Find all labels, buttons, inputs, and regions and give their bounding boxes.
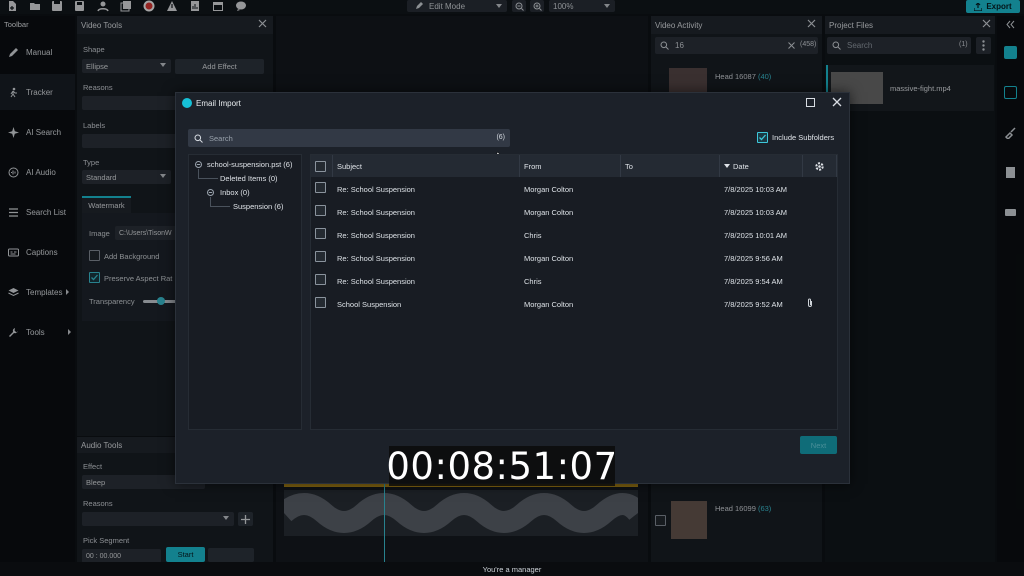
select-all-header[interactable]: [311, 155, 333, 177]
tree-connector: [210, 197, 230, 207]
status-text: You're a manager: [482, 564, 542, 574]
maximize-icon[interactable]: [806, 98, 815, 107]
folder-tree: school-suspension.pst (6) Deleted Items …: [188, 154, 302, 430]
cell-date: 7/8/2025 10:03 AM: [724, 208, 787, 217]
email-import-dialog: Email Import Search (6) Include Subfolde…: [175, 92, 850, 484]
collapse-node-icon[interactable]: [195, 161, 202, 168]
cell-from: Chris: [524, 277, 542, 286]
include-subfolders-label: Include Subfolders: [772, 133, 835, 142]
table-row[interactable]: Re: School Suspension Morgan Colton 7/8/…: [311, 178, 837, 201]
gear-icon: [815, 161, 824, 171]
column-settings[interactable]: [803, 155, 837, 177]
row-checkbox[interactable]: [315, 182, 326, 193]
row-checkbox[interactable]: [315, 228, 326, 239]
cell-from: Chris: [524, 231, 542, 240]
cell-from: Morgan Colton: [524, 185, 574, 194]
cell-date: 7/8/2025 10:03 AM: [724, 185, 787, 194]
collapse-node-icon[interactable]: [207, 189, 214, 196]
select-all-checkbox[interactable]: [315, 160, 326, 172]
cell-subject: Re: School Suspension: [337, 208, 415, 217]
row-checkbox[interactable]: [315, 297, 326, 308]
cell-subject: School Suspension: [337, 300, 402, 309]
table-row[interactable]: Re: School Suspension Chris 7/8/2025 10:…: [311, 224, 837, 247]
status-bar: You're a manager: [0, 562, 1024, 576]
search-icon: [194, 134, 203, 143]
attachment-icon: [808, 298, 812, 307]
dialog-title: Email Import: [196, 99, 241, 108]
tree-item-pst[interactable]: school-suspension.pst (6): [207, 160, 292, 169]
tree-connector: [198, 169, 218, 179]
column-header-subject[interactable]: Subject: [333, 155, 520, 177]
column-header-to[interactable]: To: [621, 155, 720, 177]
cell-date: 7/8/2025 10:01 AM: [724, 231, 787, 240]
cell-subject: Re: School Suspension: [337, 277, 415, 286]
cell-from: Morgan Colton: [524, 300, 574, 309]
column-header-from[interactable]: From: [520, 155, 621, 177]
include-subfolders-checkbox[interactable]: [757, 132, 768, 143]
search-placeholder: Search: [209, 133, 233, 143]
include-subfolders[interactable]: Include Subfolders: [757, 132, 834, 143]
date-header-label: Date: [733, 161, 749, 171]
table-row[interactable]: Re: School Suspension Morgan Colton 7/8/…: [311, 247, 837, 270]
cell-subject: Re: School Suspension: [337, 185, 415, 194]
table-row[interactable]: School Suspension Morgan Colton 7/8/2025…: [311, 293, 837, 316]
email-table: Subject From To Date Re: School Suspensi…: [310, 154, 838, 430]
table-row[interactable]: Re: School Suspension Morgan Colton 7/8/…: [311, 201, 837, 224]
column-header-date[interactable]: Date: [720, 155, 803, 177]
cell-subject: Re: School Suspension: [337, 231, 415, 240]
tree-item-inbox[interactable]: Inbox (0): [220, 188, 250, 197]
cell-from: Morgan Colton: [524, 208, 574, 217]
tree-item-suspension[interactable]: Suspension (6): [233, 202, 283, 211]
search-count: (6): [496, 134, 505, 141]
close-icon[interactable]: [832, 97, 842, 107]
cell-subject: Re: School Suspension: [337, 254, 415, 263]
cell-date: 7/8/2025 9:56 AM: [724, 254, 783, 263]
email-search-input[interactable]: Search (6): [188, 129, 510, 147]
row-checkbox[interactable]: [315, 274, 326, 285]
app-logo-icon: [182, 98, 192, 108]
sort-desc-icon: [724, 163, 730, 168]
row-checkbox[interactable]: [315, 251, 326, 262]
table-row[interactable]: Re: School Suspension Chris 7/8/2025 9:5…: [311, 270, 837, 293]
cell-from: Morgan Colton: [524, 254, 574, 263]
cell-date: 7/8/2025 9:52 AM: [724, 300, 783, 309]
checkmark-icon: [759, 134, 766, 141]
tree-item-deleted[interactable]: Deleted Items (0): [220, 174, 278, 183]
cell-date: 7/8/2025 9:54 AM: [724, 277, 783, 286]
row-checkbox[interactable]: [315, 205, 326, 216]
timecode-display: 00:08:51:07: [386, 444, 618, 488]
next-button[interactable]: Next: [800, 436, 837, 454]
